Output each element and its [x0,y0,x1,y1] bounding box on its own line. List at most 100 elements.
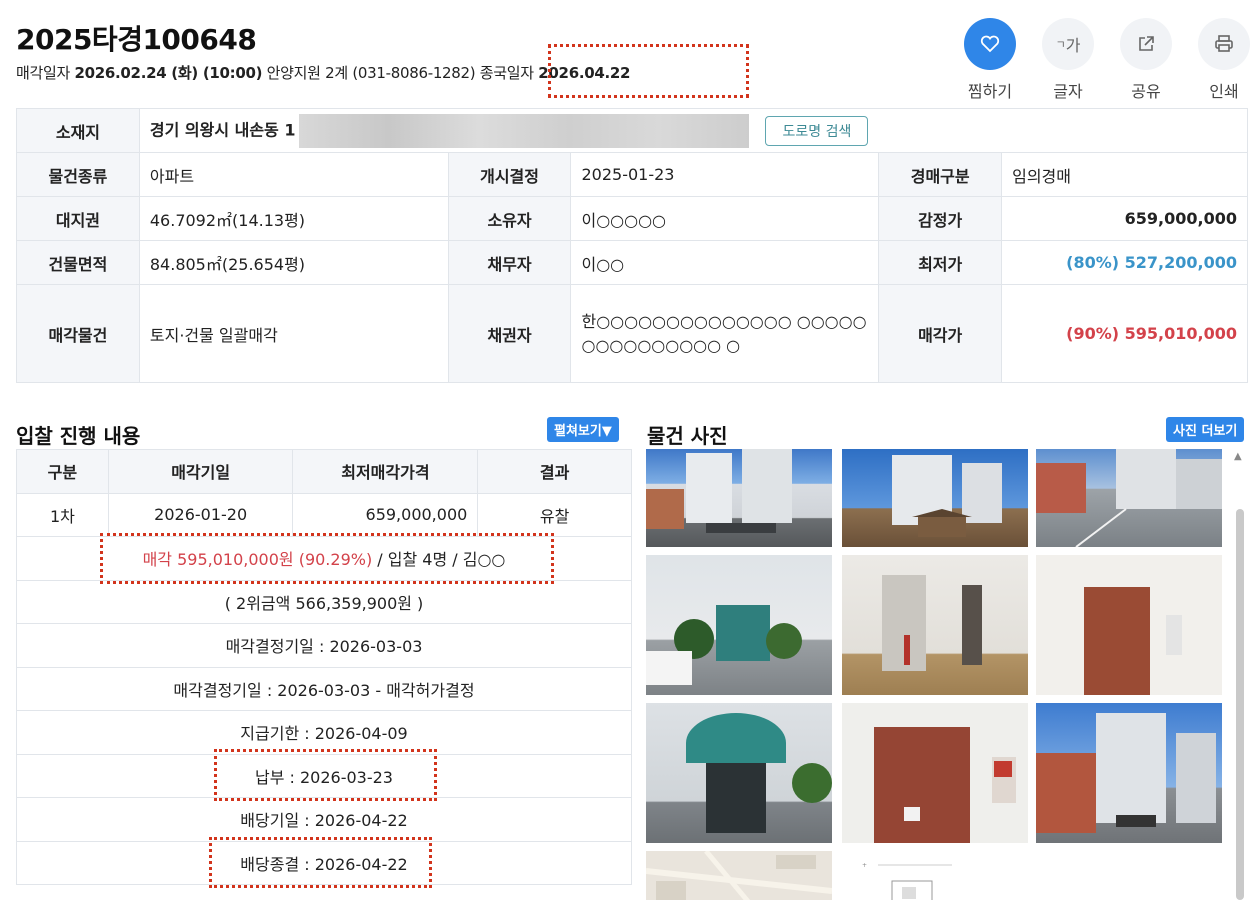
info-row: 대지권 46.7092㎡(14.13평) 소유자 이○○○○○ 감정가 659,… [16,196,1248,241]
result-cell: 유찰 [477,492,632,537]
info-label: 개시결정 [447,152,572,197]
scroll-up-icon[interactable]: ▲ [1234,451,1242,462]
bid-section-title: 입찰 진행 내용 [16,424,141,448]
info-row: 건물면적 84.805㎡(25.654평) 채무자 이○○ 최저가 (80%) … [16,240,1248,285]
property-photo[interactable] [842,555,1028,695]
creditor-value: 한○○○○○○○○○○○○○○ ○○○○○○○○○○○○○○○ ○ [570,284,880,383]
event-cell: 배당종결 : 2026-04-22 [16,840,632,885]
info-label: 채무자 [447,240,572,285]
table-row: 배당종결 : 2026-04-22 [16,840,632,885]
bid-header-row: 구분 매각기일 최저매각가격 결과 [16,449,632,494]
favorite-label: 찜하기 [967,82,1013,101]
road-search-button[interactable]: 도로명 검색 [765,115,869,146]
date-cell: 2026-01-20 [107,492,294,537]
expand-button[interactable]: 펼쳐보기▼ [547,417,619,442]
address-cell: 경기 의왕시 내손동 1 도로명 검색 [138,108,1249,153]
share-icon [1120,18,1172,70]
col-header: 결과 [477,449,632,494]
table-row: 배당기일 : 2026-04-22 [16,797,632,842]
info-value: 임의경매 [1001,152,1248,197]
share-label: 공유 [1131,82,1161,101]
info-value: 이○○○○○ [570,196,880,241]
text-size-button[interactable]: ㄱ가 글자 [1042,18,1094,102]
info-label: 최저가 [878,240,1003,285]
text-size-icon: ㄱ가 [1042,18,1094,70]
table-row: 매각결정기일 : 2026-03-03 [16,623,632,668]
info-value: 토지·건물 일괄매각 [138,284,449,383]
map-image[interactable] [646,849,833,900]
event-cell: 지급기한 : 2026-04-09 [16,710,632,755]
table-row: ( 2위금액 566,359,900원 ) [16,579,632,624]
property-photo[interactable] [1036,449,1222,548]
scrollbar-thumb[interactable] [1236,509,1244,900]
col-header: 구분 [16,449,109,494]
info-value: 이○○ [570,240,880,285]
info-value: 2025-01-23 [570,152,880,197]
info-label: 경매구분 [878,152,1003,197]
end-date: 2026.04.22 [538,64,631,82]
info-row: 물건종류 아파트 개시결정 2025-01-23 경매구분 임의경매 [16,152,1248,197]
floor-plan-image[interactable]: + [842,851,1028,900]
table-row: 매각 595,010,000원 (90.29%) / 입찰 4명 / 김○○ [16,536,632,581]
round-cell: 1차 [16,492,109,537]
svg-text:+: + [862,862,867,869]
sale-price-value: (90%) 595,010,000 [1001,284,1248,383]
info-label: 채권자 [447,284,572,383]
table-row: 매각결정기일 : 2026-03-03 - 매각허가결정 [16,666,632,711]
property-photo[interactable] [646,449,832,547]
print-label: 인쇄 [1209,82,1239,101]
end-date-label: 종국일자 [475,64,539,82]
sale-date-label: 매각일자 [16,64,75,82]
more-photos-button[interactable]: 사진 더보기 [1166,417,1245,442]
price-cell: 659,000,000 [292,492,479,537]
bid-history-table: 구분 매각기일 최저매각가격 결과 1차 2026-01-20 659,000,… [16,449,632,885]
appraisal-value: 659,000,000 [1001,196,1248,241]
action-toolbar: 찜하기 ㄱ가 글자 공유 인쇄 [964,18,1250,102]
property-photo[interactable] [842,703,1028,843]
address-value: 경기 의왕시 내손동 1 [149,120,296,139]
sale-result-detail: / 입찰 4명 / 김○○ [372,550,506,570]
table-row: 1차 2026-01-20 659,000,000 유찰 [16,492,632,537]
text-size-label: 글자 [1053,82,1083,101]
info-value: 84.805㎡(25.654평) [138,240,449,285]
event-cell: 배당기일 : 2026-04-22 [16,797,632,842]
photo-section-title: 물건 사진 [647,424,728,448]
property-photo[interactable] [1036,703,1222,843]
info-row: 매각물건 토지·건물 일괄매각 채권자 한○○○○○○○○○○○○○○ ○○○○… [16,284,1248,383]
info-label: 매각물건 [16,284,140,383]
info-label: 매각가 [878,284,1003,383]
address-row: 소재지 경기 의왕시 내손동 1 도로명 검색 [16,108,1249,153]
property-photo[interactable] [842,449,1028,547]
table-row: 납부 : 2026-03-23 [16,753,632,798]
event-cell: 납부 : 2026-03-23 [16,753,632,798]
sale-result-amount: 매각 595,010,000원 (90.29%) [142,550,373,570]
sale-info-line: 매각일자 2026.02.24 (화) (10:00) 안양지원 2계 (031… [16,62,630,83]
col-header: 최저매각가격 [292,449,479,494]
photo-gallery: + [646,449,1226,900]
info-value: 아파트 [138,152,449,197]
print-icon [1198,18,1250,70]
address-label: 소재지 [16,108,140,153]
info-label: 소유자 [447,196,572,241]
favorite-button[interactable]: 찜하기 [964,18,1016,102]
minimum-price-value: (80%) 527,200,000 [1001,240,1248,285]
event-cell: 매각결정기일 : 2026-03-03 [16,623,632,668]
sale-date: 2026.02.24 (화) (10:00) [74,64,263,82]
info-label: 감정가 [878,196,1003,241]
print-button[interactable]: 인쇄 [1198,18,1250,102]
property-photo[interactable] [646,703,832,843]
col-header: 매각기일 [107,449,294,494]
table-row: 지급기한 : 2026-04-09 [16,710,632,755]
share-button[interactable]: 공유 [1120,18,1172,102]
gallery-scrollbar[interactable]: ▲ [1233,449,1247,900]
sale-result-cell: 매각 595,010,000원 (90.29%) / 입찰 4명 / 김○○ [16,536,632,581]
heart-icon [964,18,1016,70]
info-label: 건물면적 [16,240,140,285]
info-label: 물건종류 [16,152,140,197]
info-value: 46.7092㎡(14.13평) [138,196,449,241]
case-number: 2025타경100648 [16,23,257,56]
property-photo[interactable] [646,555,832,695]
second-bid-cell: ( 2위금액 566,359,900원 ) [16,579,632,624]
info-label: 대지권 [16,196,140,241]
property-photo[interactable] [1036,555,1222,695]
